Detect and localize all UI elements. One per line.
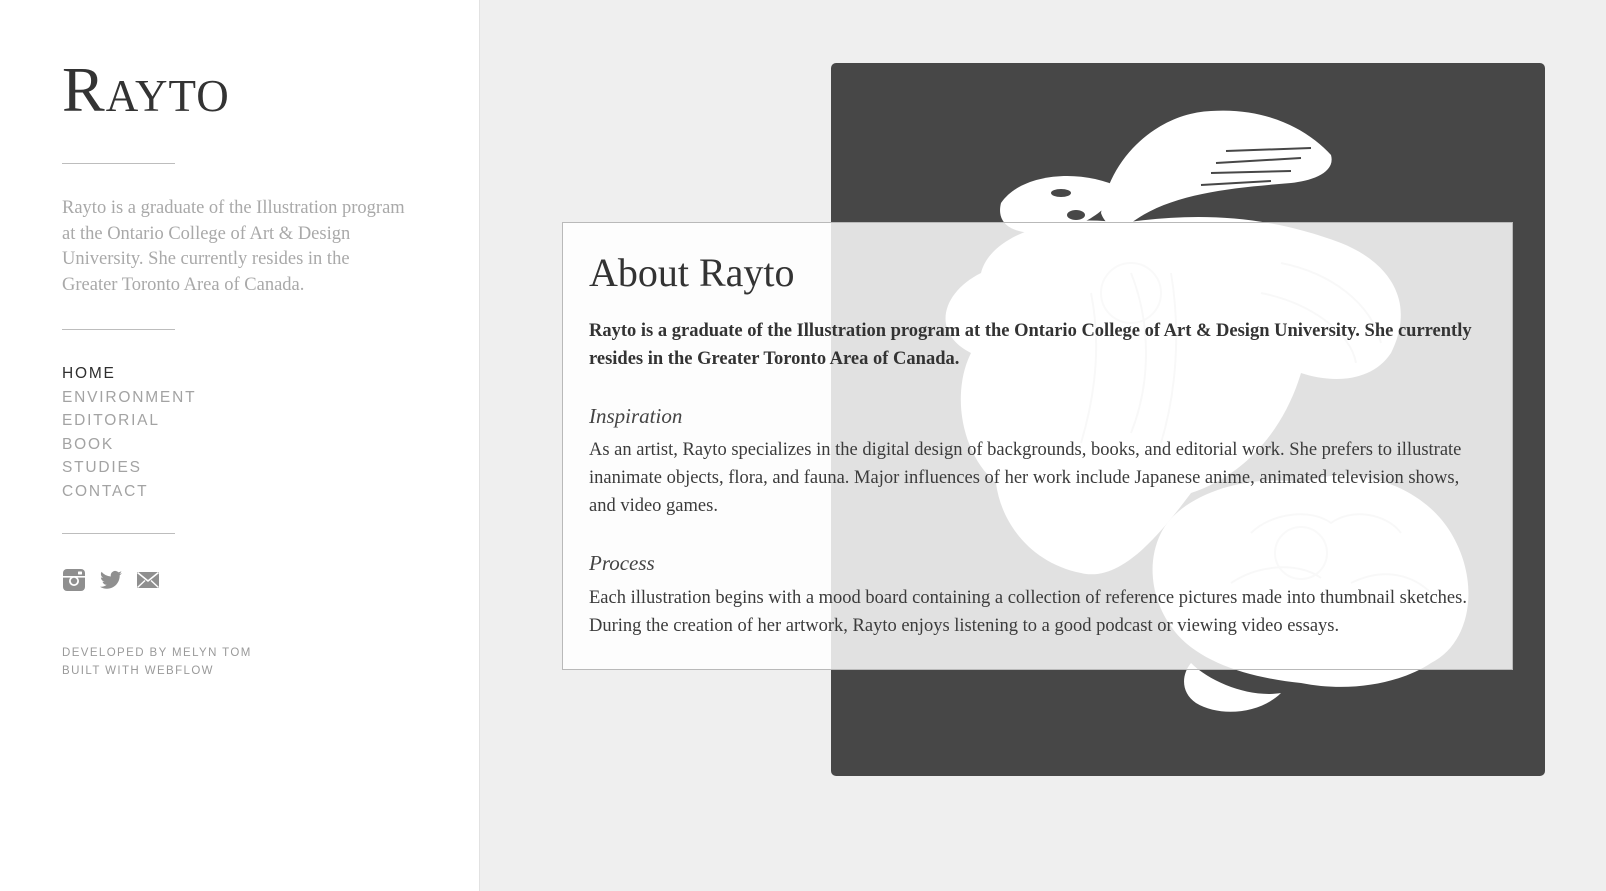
webflow-credit-link[interactable]: BUILT WITH WEBFLOW: [62, 662, 252, 680]
social-links: [62, 568, 160, 592]
developer-credit-link[interactable]: DEVELOPED BY MELYN TOM: [62, 644, 252, 662]
brand-logo-link[interactable]: Rayto: [62, 58, 230, 122]
twitter-icon[interactable]: [99, 568, 123, 592]
nav-item-environment[interactable]: ENVIRONMENT: [62, 386, 196, 410]
section-heading-inspiration: Inspiration: [589, 404, 683, 428]
about-title: About Rayto: [589, 250, 795, 295]
main-nav: HOME ENVIRONMENT EDITORIAL BOOK STUDIES …: [62, 362, 196, 503]
nav-item-home[interactable]: HOME: [62, 362, 196, 386]
section-body-process: Each illustration begins with a mood boa…: [589, 587, 1467, 636]
nav-item-contact[interactable]: CONTACT: [62, 480, 196, 504]
divider: [62, 533, 175, 534]
nav-item-book[interactable]: BOOK: [62, 433, 196, 457]
about-card: About Rayto Rayto is a graduate of the I…: [562, 222, 1513, 670]
about-lead: Rayto is a graduate of the Illustration …: [589, 321, 1472, 369]
site-credits: DEVELOPED BY MELYN TOM BUILT WITH WEBFLO…: [62, 644, 252, 680]
divider: [62, 163, 175, 164]
mail-icon[interactable]: [136, 568, 160, 592]
nav-item-editorial[interactable]: EDITORIAL: [62, 409, 196, 433]
section-body-inspiration: As an artist, Rayto specializes in the d…: [589, 440, 1462, 517]
divider: [62, 329, 175, 330]
sidebar-intro: Rayto is a graduate of the Illustration …: [62, 198, 405, 295]
nav-item-studies[interactable]: STUDIES: [62, 456, 196, 480]
sidebar: Rayto Rayto is a graduate of the Illustr…: [0, 0, 480, 891]
instagram-icon[interactable]: [62, 568, 86, 592]
section-heading-process: Process: [589, 551, 655, 576]
